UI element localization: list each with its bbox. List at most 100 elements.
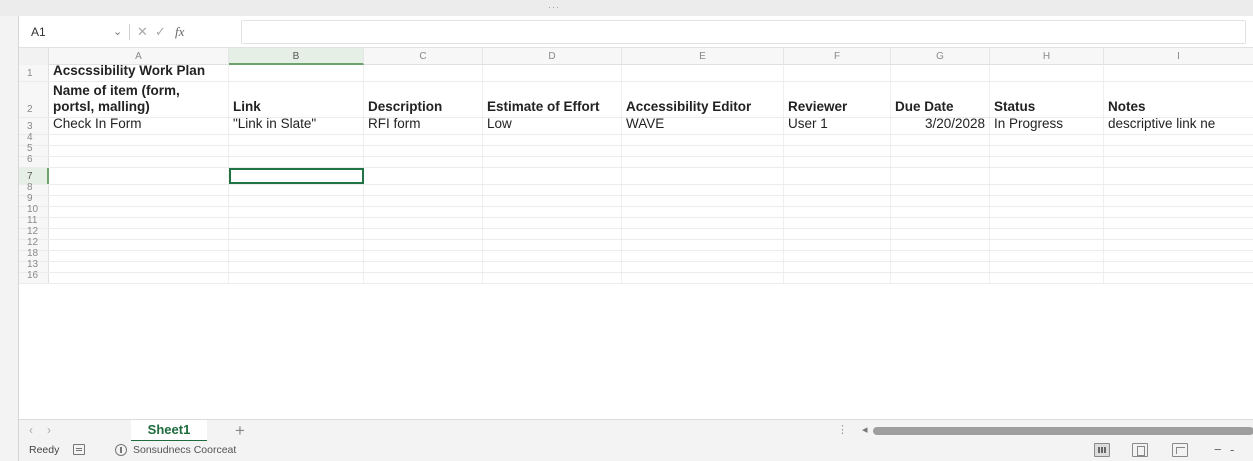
sheet-tab-sheet1[interactable]: Sheet1 (131, 420, 207, 442)
cell-c13[interactable] (364, 262, 483, 272)
cell-h4[interactable] (990, 135, 1104, 145)
cell-b8[interactable] (229, 185, 364, 195)
cell-b7[interactable] (229, 168, 364, 184)
formula-input[interactable] (241, 20, 1246, 44)
cell-b13[interactable] (229, 262, 364, 272)
cell-f18[interactable] (784, 251, 891, 261)
cell-f16[interactable] (784, 273, 891, 283)
column-header-e[interactable]: E (622, 48, 784, 65)
cell-h2[interactable]: Status (990, 82, 1104, 117)
cell-h5[interactable] (990, 146, 1104, 156)
row-header[interactable]: 16 (19, 270, 49, 283)
cell-h18[interactable] (990, 251, 1104, 261)
cell-g18[interactable] (891, 251, 990, 261)
column-header-g[interactable]: G (891, 48, 990, 65)
horizontal-scrollbar[interactable] (873, 427, 1253, 435)
cell-d4[interactable] (483, 135, 622, 145)
page-break-icon[interactable] (1172, 443, 1188, 457)
cell-i6[interactable] (1104, 157, 1253, 167)
cell-a10[interactable] (49, 207, 229, 217)
cell-h13[interactable] (990, 262, 1104, 272)
cell-f9[interactable] (784, 196, 891, 206)
zoom-slider[interactable]: - (1230, 442, 1234, 457)
cell-g1[interactable] (891, 65, 990, 81)
cell-i4[interactable] (1104, 135, 1253, 145)
cell-i13[interactable] (1104, 262, 1253, 272)
cell-g3[interactable]: 3/20/2028 (891, 116, 990, 134)
cell-d1[interactable] (483, 65, 622, 81)
cell-f4[interactable] (784, 135, 891, 145)
cell-f12[interactable] (784, 240, 891, 250)
zoom-out-button[interactable]: − (1214, 442, 1222, 457)
cell-h6[interactable] (990, 157, 1104, 167)
row-header[interactable]: 4 (19, 132, 49, 145)
column-header-c[interactable]: C (364, 48, 483, 65)
cell-d10[interactable] (483, 207, 622, 217)
cell-b12[interactable] (229, 240, 364, 250)
cell-d5[interactable] (483, 146, 622, 156)
cell-a7[interactable] (49, 168, 229, 184)
normal-view-icon[interactable] (1094, 443, 1110, 457)
cell-d12[interactable] (483, 240, 622, 250)
enter-icon[interactable]: ✓ (155, 22, 166, 42)
cell-i7[interactable] (1104, 168, 1253, 184)
cell-a5[interactable] (49, 146, 229, 156)
cell-g6[interactable] (891, 157, 990, 167)
row-header[interactable]: 8 (19, 182, 49, 195)
cell-a13[interactable] (49, 262, 229, 272)
cell-b5[interactable] (229, 146, 364, 156)
cell-e3[interactable]: WAVE (622, 116, 784, 134)
cell-d9[interactable] (483, 196, 622, 206)
cell-d8[interactable] (483, 185, 622, 195)
cell-e5[interactable] (622, 146, 784, 156)
cell-i12[interactable] (1104, 240, 1253, 250)
cell-b6[interactable] (229, 157, 364, 167)
cell-c6[interactable] (364, 157, 483, 167)
cell-d2[interactable]: Estimate of Effort (483, 82, 622, 117)
cell-e16[interactable] (622, 273, 784, 283)
cell-a8[interactable] (49, 185, 229, 195)
cell-c10[interactable] (364, 207, 483, 217)
cell-d13[interactable] (483, 262, 622, 272)
next-sheet-icon[interactable]: › (47, 423, 51, 437)
column-header-f[interactable]: F (784, 48, 891, 65)
cell-b18[interactable] (229, 251, 364, 261)
column-header-d[interactable]: D (483, 48, 622, 65)
cell-b1[interactable] (229, 65, 364, 81)
cell-c9[interactable] (364, 196, 483, 206)
cell-e11[interactable] (622, 218, 784, 228)
cell-g2[interactable]: Due Date (891, 82, 990, 117)
cell-d18[interactable] (483, 251, 622, 261)
cell-c3[interactable]: RFI form (364, 116, 483, 134)
previous-sheet-icon[interactable]: ‹ (29, 423, 33, 437)
cell-g10[interactable] (891, 207, 990, 217)
accessibility-icon[interactable] (115, 444, 127, 456)
cell-f11[interactable] (784, 218, 891, 228)
cell-c18[interactable] (364, 251, 483, 261)
cell-c2[interactable]: Description (364, 82, 483, 117)
cell-h11[interactable] (990, 218, 1104, 228)
column-header-h[interactable]: H (990, 48, 1104, 65)
cell-i5[interactable] (1104, 146, 1253, 156)
cell-a3[interactable]: Check In Form (49, 116, 229, 134)
cell-g13[interactable] (891, 262, 990, 272)
cell-a18[interactable] (49, 251, 229, 261)
cell-a2[interactable]: Name of item (form, portsl, malling) (49, 82, 229, 117)
cell-e12[interactable] (622, 229, 784, 239)
cell-a9[interactable] (49, 196, 229, 206)
cell-b9[interactable] (229, 196, 364, 206)
cell-g12[interactable] (891, 229, 990, 239)
column-header-b[interactable]: B (229, 48, 364, 65)
cell-h9[interactable] (990, 196, 1104, 206)
cell-h1[interactable] (990, 65, 1104, 81)
cell-f13[interactable] (784, 262, 891, 272)
cell-g11[interactable] (891, 218, 990, 228)
cell-b11[interactable] (229, 218, 364, 228)
cell-c12[interactable] (364, 240, 483, 250)
cell-b3[interactable]: "Link in Slate" (229, 116, 364, 134)
cell-b4[interactable] (229, 135, 364, 145)
cell-e1[interactable] (622, 65, 784, 81)
cell-h12[interactable] (990, 229, 1104, 239)
cell-h10[interactable] (990, 207, 1104, 217)
horizontal-scrollbar-thumb[interactable] (873, 427, 1253, 435)
